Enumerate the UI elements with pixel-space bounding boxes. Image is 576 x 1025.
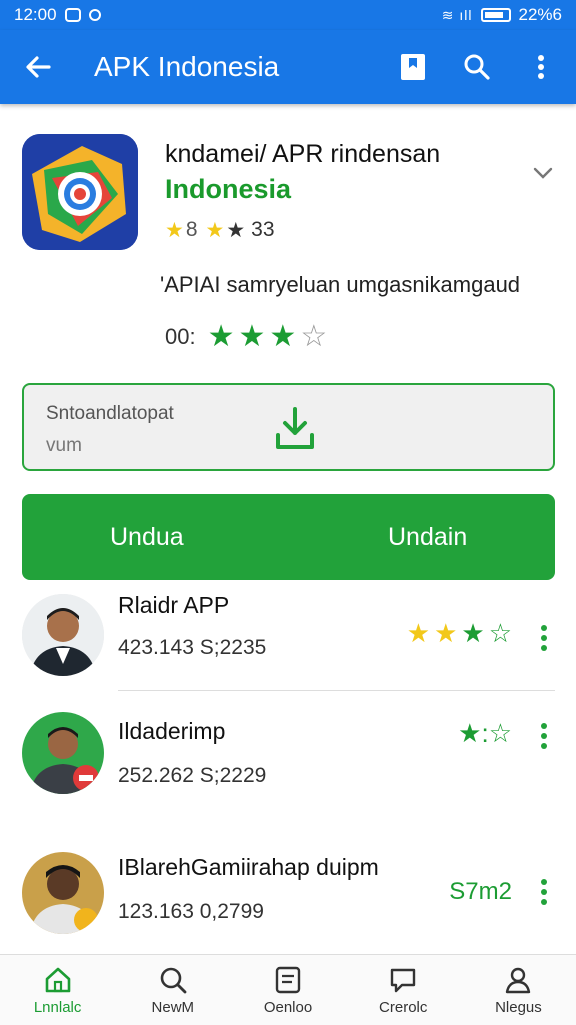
star-icon: ★ (207, 320, 235, 353)
list-item-rating: ★:☆ (458, 718, 512, 748)
list-item-meta: 123.163 0,2799 (118, 900, 264, 923)
list-item-rating: S7m2 (449, 878, 512, 905)
profile-icon (506, 967, 531, 993)
app-description: 'APIAI samryeluan umgasnikamgaud (160, 272, 521, 297)
back-arrow-icon (26, 56, 51, 78)
list-item[interactable]: Rlaidr APP 423.143 S;2235 ★ ★ ★ ☆ (0, 590, 576, 700)
rating-count: 33 (251, 218, 275, 241)
score-rating: 00: ★ ★ ★ ☆ (165, 322, 327, 352)
search-button[interactable] (460, 50, 494, 84)
nav-label: Nlegus (495, 998, 542, 1016)
download-button-right-label: Undain (388, 522, 468, 551)
star-outline-icon: ☆ (300, 320, 328, 353)
list-item-rating: ★ ★ ★ ☆ (407, 620, 512, 646)
nav-item-chat[interactable]: Crerolc (346, 955, 461, 1025)
star-icon: ★ (461, 618, 485, 648)
nav-item-home[interactable]: Lnnlalc (0, 955, 115, 1025)
download-button-left-label: Undua (110, 522, 184, 551)
app-logo-icon[interactable] (22, 134, 138, 250)
list-item-title: Rlaidr APP (118, 592, 230, 618)
document-icon (275, 966, 301, 993)
nav-item-profile[interactable]: Nlegus (461, 955, 576, 1025)
battery-icon (480, 8, 511, 22)
sync-icon (88, 9, 101, 21)
more-vertical-icon (538, 55, 544, 79)
list-item-title: Ildaderimp (118, 718, 226, 744)
star-icon: ★ (165, 218, 184, 242)
app-header: kndamei/ APR rindensan Indonesia ★ 8 ★ ★… (0, 104, 576, 364)
nav-label: Oenloo (263, 998, 313, 1016)
divider (118, 690, 555, 691)
list-item-meta: 252.262 S;2229 (118, 764, 267, 787)
battery-percent: 22%6 (518, 5, 562, 24)
download-icon[interactable] (274, 405, 316, 451)
rating-value: 8 (185, 218, 198, 241)
more-vertical-icon[interactable] (538, 878, 550, 906)
app-bar-title: APK Indonesia (94, 51, 280, 82)
list-item[interactable]: IBlarehGamiirahap duipm 123.163 0,2799 S… (0, 852, 576, 962)
overflow-menu-button[interactable] (524, 50, 558, 84)
download-panel-sublabel: vum (46, 435, 82, 456)
status-bar: 12:00 ≋ ıll 22%6 (0, 0, 576, 30)
avatar (22, 852, 104, 934)
more-vertical-icon[interactable] (538, 624, 550, 652)
list-item-title: IBlarehGamiirahap duipm (118, 854, 379, 880)
bookmark-button[interactable] (396, 50, 430, 84)
download-panel[interactable]: Sntoandlatopat vum (22, 383, 555, 471)
nav-label: Lnnlalc (33, 998, 82, 1016)
star-icon: ★ (269, 320, 297, 353)
score-label: 00: (165, 324, 196, 349)
status-time: 12:00 (14, 5, 57, 24)
app-rating: ★ 8 ★ ★ 33 (165, 218, 275, 242)
download-button[interactable]: Undua Undain (22, 494, 555, 580)
star-icon: ★ (406, 618, 431, 648)
list-item[interactable]: Ildaderimp 252.262 S;2229 ★:☆ (0, 712, 576, 822)
notification-icon (64, 8, 81, 22)
wifi-signal-icon: ≋ ıll (441, 6, 473, 23)
search-icon (464, 54, 490, 80)
back-button[interactable] (18, 47, 58, 87)
nav-label: NewM (151, 998, 195, 1016)
app-subtitle: Indonesia (165, 174, 292, 204)
home-icon (45, 967, 70, 992)
avatar (22, 594, 104, 676)
download-panel-label: Sntoandlatopat (46, 403, 174, 424)
list-item-meta: 423.143 S;2235 (118, 636, 267, 659)
avatar (22, 712, 104, 794)
search-icon (160, 967, 187, 993)
more-vertical-icon[interactable] (538, 722, 550, 750)
nav-label: Crerolc (379, 998, 428, 1016)
chevron-down-icon[interactable] (532, 162, 554, 184)
bookmark-icon (401, 54, 425, 80)
star-icon: ★ (238, 320, 266, 353)
bottom-navigation: Lnnlalc NewM Oenloo Crerolc Nlegus (0, 954, 576, 1025)
app-name: kndamei/ APR rindensan (165, 140, 441, 168)
nav-item-search[interactable]: NewM (115, 955, 230, 1025)
star-icon: ★ (226, 218, 246, 242)
chat-icon (391, 968, 416, 992)
star-icon: ★ (434, 618, 458, 648)
nav-item-documents[interactable]: Oenloo (230, 955, 345, 1025)
star-icon: ★ (205, 218, 225, 242)
app-bar: APK Indonesia (0, 30, 576, 104)
star-outline-icon: ☆ (488, 618, 512, 648)
